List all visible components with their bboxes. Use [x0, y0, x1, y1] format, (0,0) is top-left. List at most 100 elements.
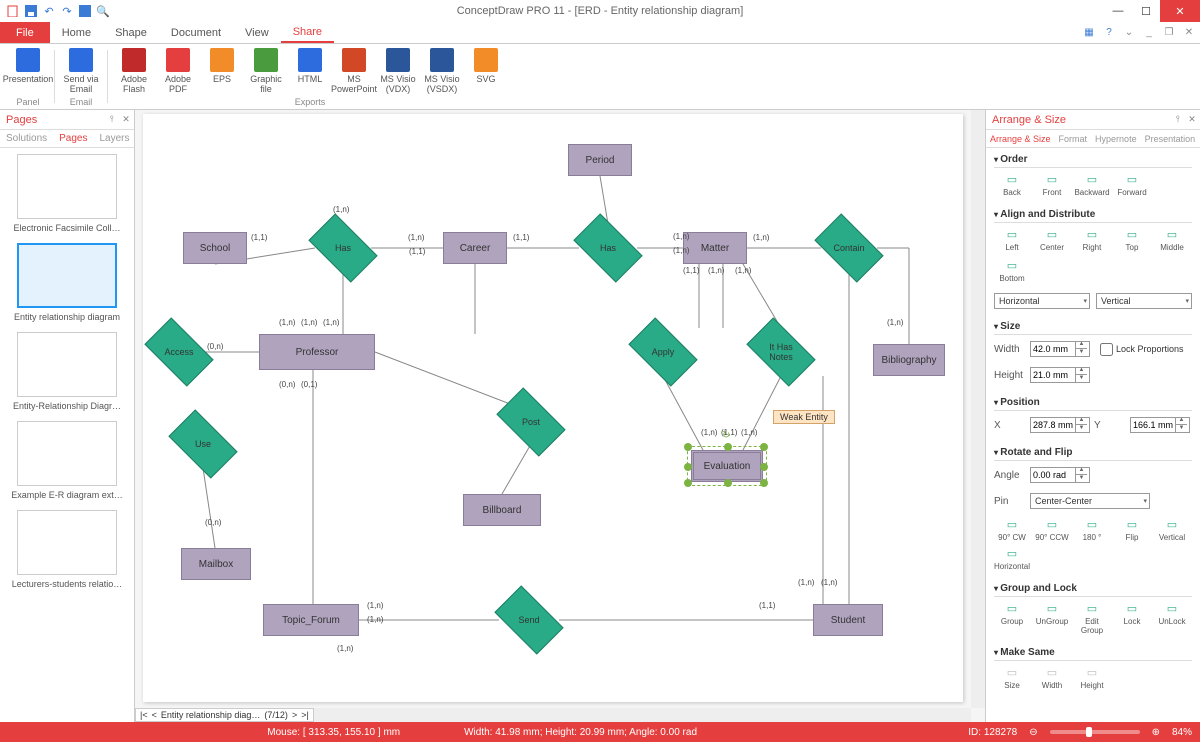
cloud-icon[interactable]: ▦ — [1082, 26, 1096, 40]
lock-proportions-checkbox[interactable]: Lock Proportions — [1100, 343, 1184, 356]
arrange-panel-close-icon[interactable]: ✕ — [1186, 114, 1198, 126]
ribbon-item[interactable]: MS Visio (VSDX) — [422, 46, 462, 94]
status-zoom-out-icon[interactable]: ⊖ — [1029, 727, 1037, 738]
section-header[interactable]: Size — [994, 319, 1192, 335]
minimize-button[interactable]: — — [1104, 0, 1132, 22]
entity-billboard[interactable]: Billboard — [463, 494, 541, 526]
tool-180-°[interactable]: ▭180 ° — [1074, 517, 1110, 542]
tool-flip[interactable]: ▭Flip — [1114, 517, 1150, 542]
tab-home[interactable]: Home — [50, 22, 103, 43]
tool-unlock[interactable]: ▭UnLock — [1154, 601, 1190, 635]
tool-height[interactable]: ▭Height — [1074, 665, 1110, 690]
tab-document[interactable]: Document — [159, 22, 233, 43]
subtab-pages[interactable]: Pages — [53, 130, 93, 147]
spinner[interactable]: ▲▼ — [1030, 467, 1090, 483]
section-header[interactable]: Order — [994, 152, 1192, 168]
mdi-close-icon[interactable]: ✕ — [1182, 26, 1196, 40]
entity-matter[interactable]: Matter — [683, 232, 747, 264]
entity-school[interactable]: School — [183, 232, 247, 264]
spinner[interactable]: ▲▼ — [1030, 417, 1090, 433]
sheet-nav-last[interactable]: >| — [301, 710, 309, 720]
mdi-restore-icon[interactable]: ❐ — [1162, 26, 1176, 40]
spinner-input[interactable] — [1031, 420, 1075, 430]
ribbon-item[interactable]: HTML — [290, 46, 330, 94]
section-header[interactable]: Make Same — [994, 645, 1192, 661]
panel-close-icon[interactable]: ✕ — [120, 114, 132, 126]
section-header[interactable]: Align and Distribute — [994, 207, 1192, 223]
page-thumbnail[interactable]: Lecturers-students relatio… — [6, 510, 128, 589]
page-thumbnail[interactable]: Entity relationship diagram — [6, 243, 128, 322]
tool-lock[interactable]: ▭Lock — [1114, 601, 1150, 635]
tab-view[interactable]: View — [233, 22, 281, 43]
qat-undo-icon[interactable]: ↶ — [41, 3, 57, 19]
tool-center[interactable]: ▭Center — [1034, 227, 1070, 252]
spin-up[interactable]: ▲ — [1175, 417, 1187, 425]
spinner[interactable]: ▲▼ — [1130, 417, 1190, 433]
ribbon-item[interactable]: MS PowerPoint — [334, 46, 374, 94]
sheet-tab-label[interactable]: Entity relationship diag… — [161, 710, 261, 720]
entity-professor[interactable]: Professor — [259, 334, 375, 370]
ribbon-item[interactable]: EPS — [202, 46, 242, 94]
sheet-tabstrip[interactable]: |< < Entity relationship diag… (7/12) > … — [135, 708, 314, 722]
tool-left[interactable]: ▭Left — [994, 227, 1030, 252]
subtab-solutions[interactable]: Solutions — [0, 130, 53, 147]
tool-middle[interactable]: ▭Middle — [1154, 227, 1190, 252]
tool-90°-ccw[interactable]: ▭90° CCW — [1034, 517, 1070, 542]
tool-back[interactable]: ▭Back — [994, 172, 1030, 197]
spin-down[interactable]: ▼ — [1075, 375, 1087, 383]
qat-save2-icon[interactable] — [77, 3, 93, 19]
maximize-button[interactable]: ☐ — [1132, 0, 1160, 22]
mdi-min-icon[interactable]: _ — [1142, 26, 1156, 40]
vertical-scrollbar[interactable] — [971, 110, 985, 708]
spinner-input[interactable] — [1131, 420, 1175, 430]
tool-backward[interactable]: ▭Backward — [1074, 172, 1110, 197]
spinner[interactable]: ▲▼ — [1030, 341, 1090, 357]
tool-group[interactable]: ▭Group — [994, 601, 1030, 635]
spin-up[interactable]: ▲ — [1075, 467, 1087, 475]
entity-career[interactable]: Career — [443, 232, 507, 264]
entity-bibliography[interactable]: Bibliography — [873, 344, 945, 376]
ribbon-item[interactable]: Graphic file — [246, 46, 286, 94]
page-thumbnail[interactable]: Electronic Facsimile Coll… — [6, 154, 128, 233]
spin-up[interactable]: ▲ — [1075, 367, 1087, 375]
arrange-panel-pin-icon[interactable]: ⫯ — [1172, 114, 1184, 126]
ribbon-item[interactable]: MS Visio (VDX) — [378, 46, 418, 94]
section-header[interactable]: Position — [994, 395, 1192, 411]
spin-up[interactable]: ▲ — [1075, 341, 1087, 349]
spinner[interactable]: ▲▼ — [1030, 367, 1090, 383]
tool-front[interactable]: ▭Front — [1034, 172, 1070, 197]
zoom-slider[interactable] — [1050, 730, 1140, 734]
spin-up[interactable]: ▲ — [1075, 417, 1087, 425]
tool-right[interactable]: ▭Right — [1074, 227, 1110, 252]
distribute-vertical-dropdown[interactable]: Vertical — [1096, 293, 1192, 309]
status-zoom-in-icon[interactable]: ⊕ — [1152, 727, 1160, 738]
tool-edit-group[interactable]: ▭Edit Group — [1074, 601, 1110, 635]
distribute-horizontal-dropdown[interactable]: Horizontal — [994, 293, 1090, 309]
tool-size[interactable]: ▭Size — [994, 665, 1030, 690]
canvas[interactable]: PeriodSchoolCareerMatterProfessorBillboa… — [143, 114, 963, 702]
spinner-input[interactable] — [1031, 344, 1075, 354]
spin-down[interactable]: ▼ — [1075, 349, 1087, 357]
entity-student[interactable]: Student — [813, 604, 883, 636]
tool-width[interactable]: ▭Width — [1034, 665, 1070, 690]
sheet-nav-first[interactable]: |< — [140, 710, 148, 720]
ribbon-item[interactable]: SVG — [466, 46, 506, 94]
help-icon[interactable]: ? — [1102, 26, 1116, 40]
page-thumbnail[interactable]: Entity-Relationship Diagr… — [6, 332, 128, 411]
qat-new-icon[interactable] — [5, 3, 21, 19]
ribbon-item[interactable]: Adobe Flash — [114, 46, 154, 94]
spinner-input[interactable] — [1031, 470, 1075, 480]
entity-mailbox[interactable]: Mailbox — [181, 548, 251, 580]
collapse-ribbon-icon[interactable]: ⌄ — [1122, 26, 1136, 40]
subtab-hypernote[interactable]: Hypernote — [1091, 130, 1141, 147]
tool-90°-cw[interactable]: ▭90° CW — [994, 517, 1030, 542]
ribbon-item[interactable]: Presentation — [8, 46, 48, 84]
subtab-layers[interactable]: Layers — [94, 130, 136, 147]
spin-down[interactable]: ▼ — [1075, 425, 1087, 433]
qat-save-icon[interactable] — [23, 3, 39, 19]
spinner-input[interactable] — [1031, 370, 1075, 380]
tab-shape[interactable]: Shape — [103, 22, 159, 43]
tool-forward[interactable]: ▭Forward — [1114, 172, 1150, 197]
ribbon-item[interactable]: Adobe PDF — [158, 46, 198, 94]
tool-vertical[interactable]: ▭Vertical — [1154, 517, 1190, 542]
